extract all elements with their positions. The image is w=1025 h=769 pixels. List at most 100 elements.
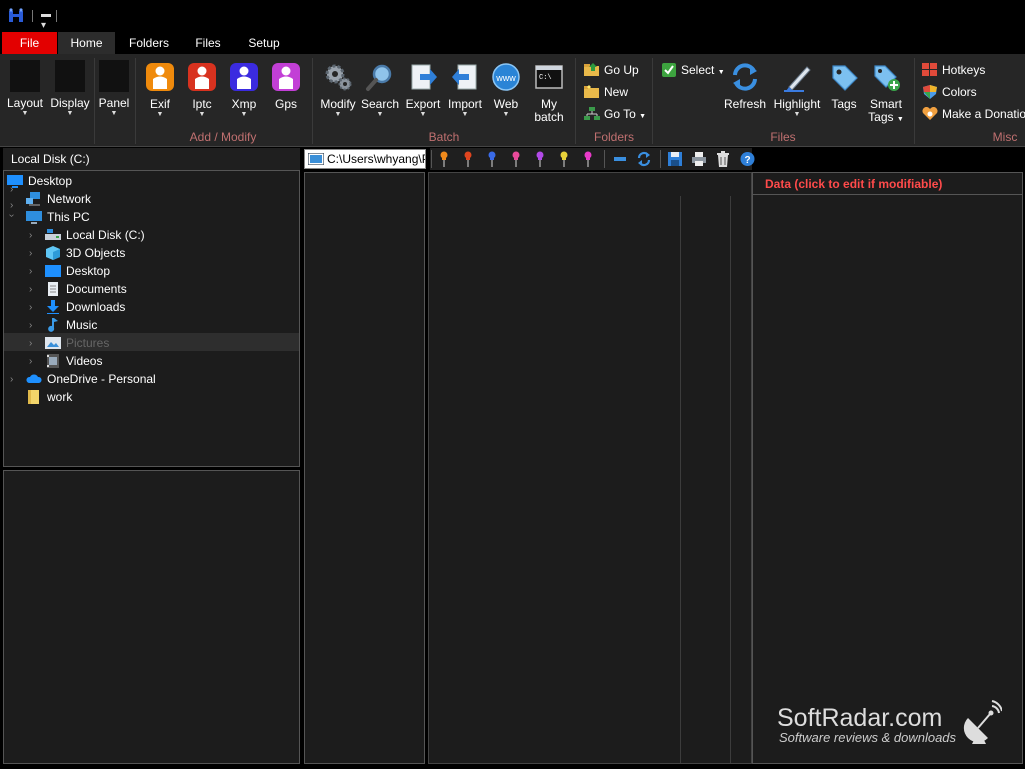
group-label-folders: Folders [593,130,634,144]
metadata-header[interactable]: Data (click to edit if modifiable) [753,173,1022,195]
new-folder-button[interactable]: New [584,84,628,100]
folder-tree-icon [584,107,600,120]
new-folder-icon [584,85,599,98]
sync-icon[interactable] [637,151,651,167]
xmp-person-icon [230,63,258,91]
highlight-button[interactable]: Highlight ▼ [770,62,824,119]
display-button[interactable]: Display ▼ [48,60,92,118]
my-batch-button[interactable]: C:\ My batch [529,62,569,124]
tab-file[interactable]: File [2,32,57,54]
layout-button[interactable]: Layout ▼ [4,60,46,118]
chevron-down-icon: ▼ [240,111,248,118]
tree-item-this-pc[interactable]: This PC [26,208,90,226]
tree-item-downloads[interactable]: Downloads [45,298,125,316]
tree-item-label: Desktop [28,174,73,188]
chevron-down-icon: ▼ [198,111,206,118]
tree-item-pictures[interactable]: Pictures [45,334,109,352]
chevron-down-icon[interactable]: › [6,214,17,217]
tree-item-documents[interactable]: Documents [45,280,127,298]
thumbnail-area[interactable] [428,172,752,764]
iptc-label: Iptc [192,97,212,111]
tree-item-music[interactable]: Music [45,316,97,334]
chevron-right-icon[interactable]: › [29,284,32,295]
checkbox-checked-icon [662,63,676,77]
pin-magenta-icon[interactable] [581,151,595,167]
pin-orange-icon[interactable] [437,151,451,167]
document-icon [48,282,58,296]
tree-item-desktop[interactable]: Desktop [45,262,110,280]
layout-icon [10,60,40,92]
tab-setup[interactable]: Setup [238,32,290,54]
iptc-button[interactable]: Iptc ▼ [185,62,219,119]
gps-person-icon [272,63,300,91]
donation-button[interactable]: Make a Donatio [922,106,1025,122]
hotkeys-button[interactable]: Hotkeys [922,62,985,78]
tab-folders[interactable]: Folders [118,32,180,54]
import-button[interactable]: Import ▼ [444,62,486,119]
toolbar-separator [431,150,432,168]
save-disk-icon[interactable] [668,151,682,167]
panel-button[interactable]: Panel ▼ [96,60,132,118]
watermark-title: SoftRadar.com [777,704,943,732]
gps-button[interactable]: Gps [269,62,303,111]
refresh-button[interactable]: Refresh [724,62,766,111]
minus-icon[interactable] [613,151,627,167]
modify-button[interactable]: Modify ▼ [318,62,358,119]
help-icon[interactable]: ? [740,151,755,167]
go-up-button[interactable]: Go Up [584,62,639,78]
folder-list-panel[interactable] [304,172,425,764]
group-label-add-modify: Add / Modify [189,130,257,144]
go-to-button[interactable]: Go To ▼ [584,106,646,125]
chevron-down-icon: ▼ [793,111,801,118]
tree-item-local-disk[interactable]: Local Disk (C:) [45,226,145,244]
tab-home[interactable]: Home [58,32,115,54]
cloud-icon [26,374,42,383]
pin-yellow-icon[interactable] [557,151,571,167]
chevron-right-icon[interactable]: › [29,338,32,349]
tab-files[interactable]: Files [183,32,233,54]
picture-icon [45,337,61,349]
chevron-right-icon[interactable]: › [29,302,32,313]
quick-access-dropdown-icon[interactable]: ▬ ▾ [41,9,51,31]
tree-item-network[interactable]: Network [26,190,91,208]
colors-button[interactable]: Colors [922,84,977,100]
tags-button[interactable]: Tags [826,62,862,111]
app-logo-icon[interactable] [8,8,25,23]
tree-item-onedrive[interactable]: OneDrive - Personal [26,370,156,388]
chevron-right-icon[interactable]: › [29,248,32,259]
search-button[interactable]: Search ▼ [360,62,400,119]
chevron-right-icon[interactable]: › [29,356,32,367]
pin-red-icon[interactable] [461,151,475,167]
chevron-right-icon[interactable]: › [29,266,32,277]
tree-item-label: OneDrive - Personal [47,372,156,386]
tree-item-videos[interactable]: Videos [45,352,102,370]
printer-icon[interactable] [692,151,706,167]
tree-item-label: 3D Objects [66,246,126,260]
tree-item-work[interactable]: work [26,388,72,406]
tree-item-3d-objects[interactable]: 3D Objects [45,244,125,262]
music-note-icon [48,318,58,332]
xmp-button[interactable]: Xmp ▼ [227,62,261,119]
export-label: Export [405,97,441,111]
chevron-right-icon[interactable]: › [29,230,32,241]
web-button[interactable]: www Web ▼ [487,62,525,119]
trash-icon[interactable] [716,151,730,167]
exif-button[interactable]: Exif ▼ [143,62,177,119]
path-input[interactable]: C:\Users\whyang\P [304,149,426,169]
chevron-right-icon[interactable]: › [10,200,13,211]
pin-purple-icon[interactable] [533,151,547,167]
pin-blue-icon[interactable] [485,151,499,167]
smart-tags-label: Smart Tags ▼ [866,98,906,126]
metadata-panel[interactable] [752,172,1023,764]
tags-label: Tags [831,97,857,111]
chevron-right-icon[interactable]: › [10,374,13,385]
export-button[interactable]: Export ▼ [402,62,444,119]
tag-icon [832,65,858,91]
smart-tags-button[interactable]: Smart Tags ▼ [866,62,906,126]
pin-pink-icon[interactable] [509,151,523,167]
tree-item-desktop-root[interactable]: Desktop [7,172,72,190]
tree-item-label: Pictures [66,336,110,350]
select-button[interactable]: Select ▼ [661,62,725,81]
chevron-right-icon[interactable]: › [29,320,32,331]
chevron-down-icon: ▼ [334,111,342,118]
